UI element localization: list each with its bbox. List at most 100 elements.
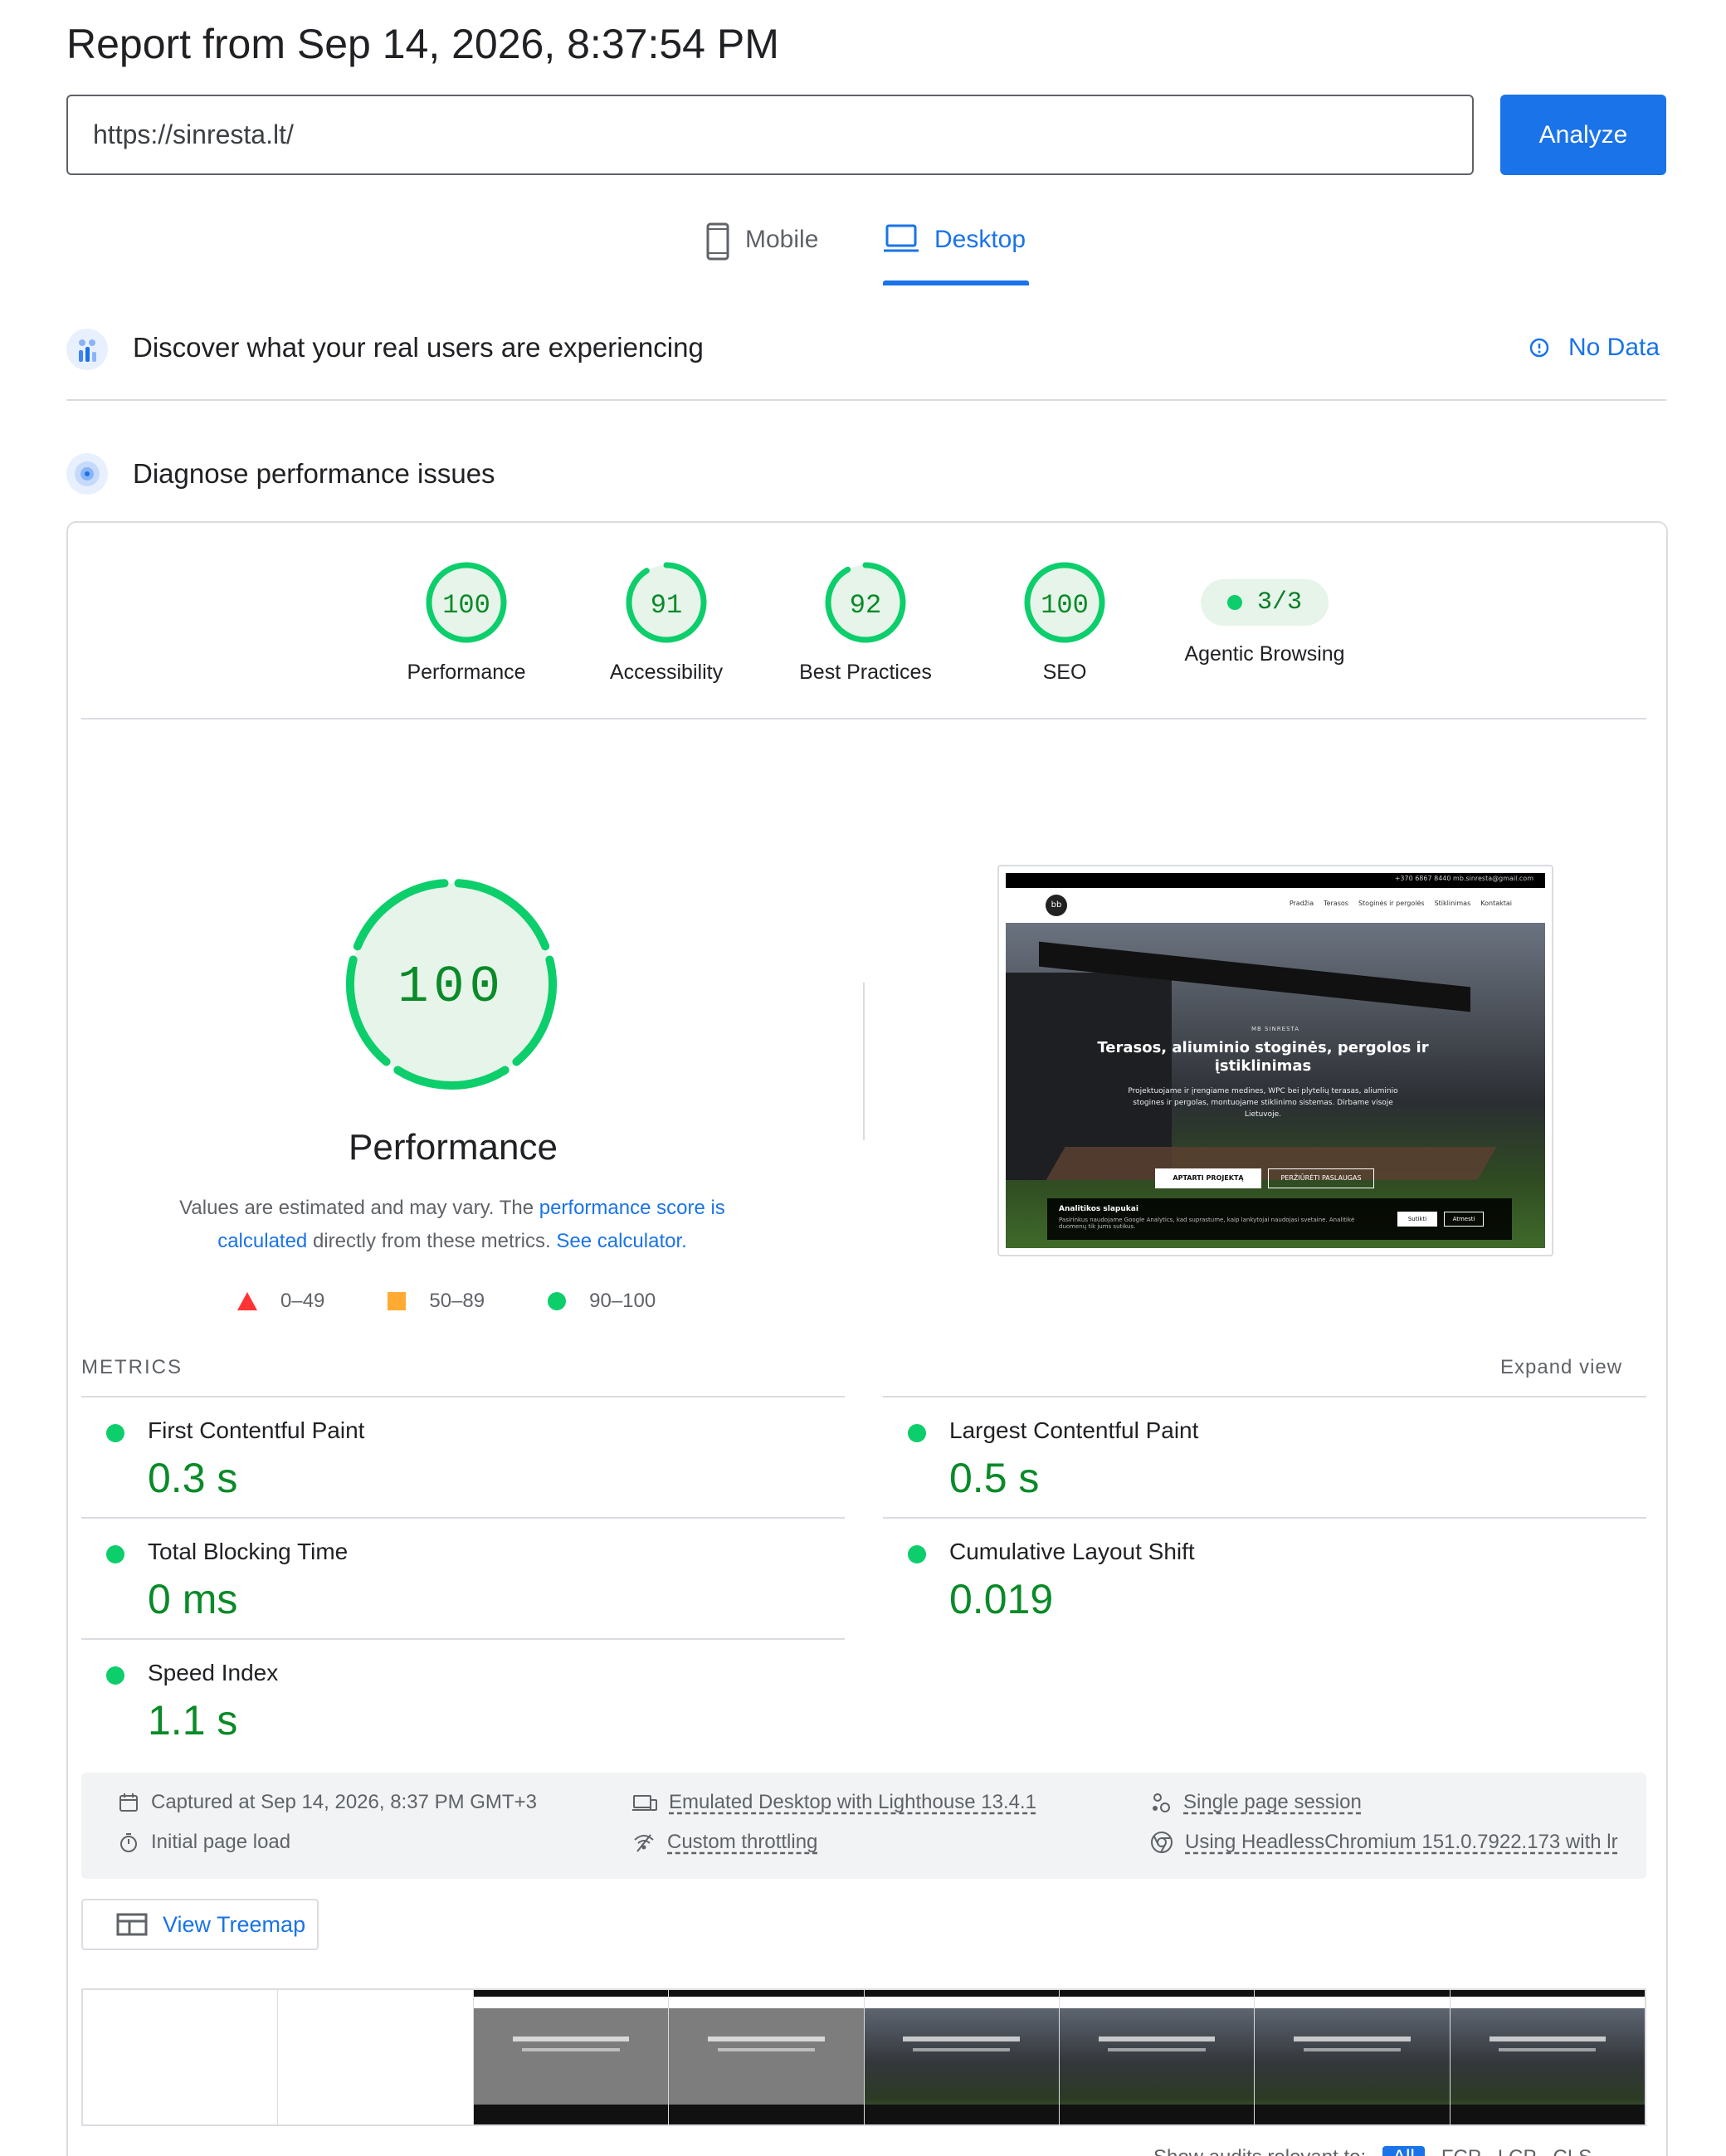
diagnose-target-icon xyxy=(66,453,108,495)
devices-icon xyxy=(632,1795,657,1811)
crux-section-title: Discover what your real users are experi… xyxy=(133,332,704,363)
url-input[interactable] xyxy=(66,95,1474,175)
filmstrip-frame xyxy=(278,1990,474,2124)
runtime-emulated[interactable]: Emulated Desktop with Lighthouse 13.4.1 xyxy=(632,1791,1036,1814)
fail-triangle-icon xyxy=(237,1292,257,1310)
pass-circle-icon xyxy=(548,1292,567,1310)
gauge-label: Agentic Browsing xyxy=(1184,642,1345,666)
pass-dot-icon xyxy=(1226,595,1242,610)
chrome-icon xyxy=(1151,1832,1173,1853)
tab-desktop-label: Desktop xyxy=(934,226,1026,253)
no-data-link[interactable]: No Data xyxy=(1529,334,1660,362)
metric-cls: Cumulative Layout Shift 0.019 xyxy=(883,1517,1646,1638)
site-topbar: +370 6867 8440 mb.sinresta@gmail.com xyxy=(1006,873,1545,888)
site-menu-item: Terasos xyxy=(1324,900,1348,907)
final-screenshot[interactable]: +370 6867 8440 mb.sinresta@gmail.com bb … xyxy=(997,865,1553,1256)
performance-big-gauge: 100 xyxy=(346,879,557,1090)
audit-filter-prefix: Show audits relevant to: xyxy=(1153,2146,1366,2156)
pass-dot-icon xyxy=(106,1424,124,1442)
tab-mobile-label: Mobile xyxy=(745,226,819,253)
metric-name: Total Blocking Time xyxy=(148,1539,349,1564)
audit-filter-lcp[interactable]: LCP xyxy=(1498,2146,1537,2156)
calendar-icon xyxy=(119,1793,138,1812)
session-icon xyxy=(1153,1793,1170,1812)
signal-icon xyxy=(634,1834,654,1852)
score-value: 100 xyxy=(1041,590,1089,621)
metric-name: Speed Index xyxy=(148,1660,279,1685)
info-icon xyxy=(1529,338,1549,358)
report-title: Report from Sep 14, 2026, 8:37:54 PM xyxy=(66,21,779,67)
site-contact: +370 6867 8440 mb.sinresta@gmail.com xyxy=(1394,875,1533,882)
runtime-throttling[interactable]: Custom throttling xyxy=(632,1831,817,1854)
runtime-settings: Captured at Sep 14, 2026, 8:37 PM GMT+3 … xyxy=(81,1773,1646,1879)
metric-speed-index: Speed Index 1.1 s xyxy=(81,1638,845,1759)
score-ring: 91 xyxy=(626,562,707,643)
score-ring: 92 xyxy=(825,562,906,643)
estimate-text-2: directly from these metrics. xyxy=(307,1230,557,1252)
pass-dot-icon xyxy=(106,1545,124,1563)
analyze-button[interactable]: Analyze xyxy=(1500,95,1666,175)
gauge-accessibility[interactable]: 91 Accessibility xyxy=(583,561,749,685)
runtime-initial-load: Initial page load xyxy=(118,1831,290,1854)
metric-lcp: Largest Contentful Paint 0.5 s xyxy=(883,1396,1646,1517)
runtime-captured-text: Captured at Sep 14, 2026, 8:37 PM GMT+3 xyxy=(151,1791,537,1813)
runtime-browser-text: Using HeadlessChromium 151.0.7922.173 wi… xyxy=(1185,1831,1618,1853)
audit-filter-cls[interactable]: CLS xyxy=(1553,2146,1592,2156)
filmstrip-frame xyxy=(1059,1990,1255,2124)
gauge-performance[interactable]: 100 Performance xyxy=(383,561,549,685)
pass-dot-icon xyxy=(106,1666,124,1685)
average-square-icon xyxy=(388,1292,407,1310)
cookie-title: Analitikos slapukai xyxy=(1059,1205,1138,1213)
metrics-header: METRICS xyxy=(81,1356,183,1378)
gauge-best-practices[interactable]: 92 Best Practices xyxy=(783,561,948,685)
gauge-agentic-browsing[interactable]: 3/3 Agentic Browsing xyxy=(1165,561,1364,666)
gauges-divider xyxy=(81,718,1646,719)
site-menu-item: Stiklinimas xyxy=(1434,900,1471,907)
runtime-session[interactable]: Single page session xyxy=(1150,1791,1362,1814)
metric-value: 0.3 s xyxy=(148,1455,238,1501)
no-data-label: No Data xyxy=(1568,334,1660,361)
expand-view-toggle[interactable]: Expand view xyxy=(1500,1356,1622,1379)
tab-selected-indicator xyxy=(883,280,1029,285)
view-treemap-label: View Treemap xyxy=(163,1911,306,1937)
runtime-browser[interactable]: Using HeadlessChromium 151.0.7922.173 wi… xyxy=(1150,1831,1618,1854)
audit-filter-all[interactable]: All xyxy=(1382,2146,1425,2156)
site-menu-item: Kontaktai xyxy=(1480,900,1512,907)
big-score-value: 100 xyxy=(397,958,505,1017)
estimate-text-1: Values are estimated and may vary. The xyxy=(179,1197,539,1219)
legend-fail: 0–49 xyxy=(280,1290,325,1312)
runtime-initial-load-text: Initial page load xyxy=(151,1831,291,1853)
metric-name: First Contentful Paint xyxy=(148,1417,365,1443)
pass-dot-icon xyxy=(908,1424,926,1442)
section-divider xyxy=(66,399,1666,401)
filmstrip-frame xyxy=(1450,1990,1645,2124)
diagnose-section-title: Diagnose performance issues xyxy=(133,458,495,489)
audit-filter-fcp[interactable]: FCP xyxy=(1441,2146,1481,2156)
treemap-icon xyxy=(116,1913,148,1936)
phone-icon xyxy=(706,222,729,261)
metric-name: Cumulative Layout Shift xyxy=(949,1539,1195,1564)
site-logo: bb xyxy=(1046,895,1067,916)
hero-primary-button: APTARTI PROJEKTĄ xyxy=(1155,1168,1261,1188)
see-calculator-link[interactable]: See calculator. xyxy=(556,1230,686,1252)
metric-value: 1.1 s xyxy=(148,1697,238,1744)
filmstrip-frame xyxy=(1255,1990,1451,2124)
hero-heading: Terasos, aliuminio stoginės, pergolos ir… xyxy=(1097,1039,1429,1075)
view-treemap-button[interactable]: View Treemap xyxy=(81,1899,319,1950)
tab-desktop[interactable]: Desktop xyxy=(883,222,1026,289)
metric-tbt: Total Blocking Time 0 ms xyxy=(81,1517,845,1638)
metric-value: 0 ms xyxy=(148,1576,238,1622)
site-cookie-banner: Analitikos slapukai Pasirinkus naudojame… xyxy=(1047,1198,1512,1240)
users-chart-icon xyxy=(66,329,108,370)
runtime-emulated-text: Emulated Desktop with Lighthouse 13.4.1 xyxy=(669,1791,1036,1813)
tab-mobile[interactable]: Mobile xyxy=(705,222,818,289)
vertical-divider xyxy=(863,983,865,1140)
metric-name: Largest Contentful Paint xyxy=(949,1417,1199,1443)
site-menu: Pradžia Terasos Stoginės ir pergolės Sti… xyxy=(1290,900,1512,907)
legend-average: 50–89 xyxy=(429,1290,485,1312)
score-value: 100 xyxy=(442,590,490,621)
cookie-accept: Sutikti xyxy=(1397,1212,1437,1227)
gauge-seo[interactable]: 100 SEO xyxy=(982,561,1148,685)
score-ring: 100 xyxy=(426,562,507,643)
filmstrip-frame xyxy=(669,1990,865,2124)
